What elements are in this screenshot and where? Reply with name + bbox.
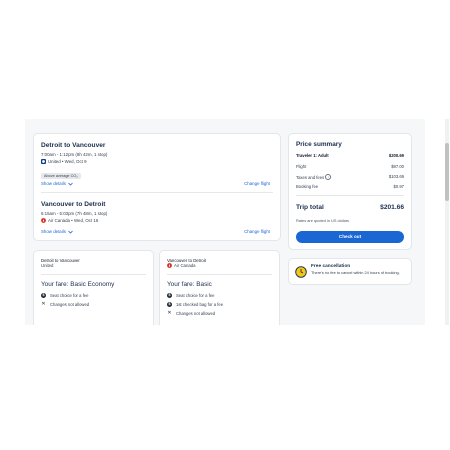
return-times: 6:15am - 5:03pm (7h 48m, 1 stop)	[41, 211, 108, 216]
return-change-flight-label: Change flight	[244, 229, 270, 234]
free-cancellation-text: There's no fee to cancel within 24 hours…	[311, 270, 400, 275]
fare-divider	[41, 274, 146, 275]
return-show-details-label: Show details	[41, 229, 66, 234]
outbound-airline-date: United • Wed, Oct 9	[48, 159, 87, 164]
dollar-icon: $	[167, 293, 172, 298]
traveler-value: $200.69	[388, 153, 404, 158]
price-summary-title: Price summary	[296, 141, 342, 148]
fare-feature: $ Seat choice for a fee	[167, 293, 214, 298]
air-canada-logo-icon	[41, 218, 46, 223]
fare-feature-label: Changes not allowed	[50, 302, 90, 307]
fare-airline: Air Canada	[174, 263, 196, 268]
air-canada-logo-icon	[167, 263, 172, 268]
dollar-icon: $	[41, 293, 46, 298]
return-change-flight-link[interactable]: Change flight	[244, 229, 270, 234]
outbound-title: Detroit to Vancouver	[41, 142, 106, 149]
flight-label: Flight	[296, 164, 307, 169]
chevron-down-icon	[68, 230, 73, 234]
fare-feature-label: Seat choice for a fee	[50, 293, 89, 298]
fare-airline: United	[41, 263, 54, 268]
outbound-airline-row: United • Wed, Oct 9	[41, 159, 273, 164]
trip-total-row: Trip total $201.66	[296, 204, 404, 211]
outbound-segment: Detroit to Vancouver 7:00am - 1:12pm (8h…	[41, 142, 273, 182]
return-show-details-link[interactable]: Show details	[41, 229, 73, 234]
fare-feature: $ 1st checked bag for a fee	[167, 302, 223, 307]
close-icon: ✕	[167, 310, 172, 316]
flight-row: Flight $97.00	[296, 164, 404, 169]
return-airline-date: Air Canada • Wed, Oct 16	[48, 218, 99, 223]
outbound-show-details-link[interactable]: Show details	[41, 181, 73, 186]
taxes-label-group: Taxes and fees i	[296, 174, 332, 180]
currency-note: Rates are quoted in US dollars	[296, 218, 349, 223]
return-title: Vancouver to Detroit	[41, 201, 106, 208]
united-logo-icon	[41, 159, 46, 164]
fare-divider	[167, 274, 272, 275]
outbound-change-flight-label: Change flight	[244, 181, 270, 186]
trip-total-value: $201.66	[380, 204, 404, 211]
price-divider	[296, 195, 404, 196]
fare-feature: ✕ Changes not allowed	[41, 301, 90, 308]
emissions-badge: Above average CO₂	[41, 173, 81, 179]
scrollbar-thumb[interactable]	[445, 143, 449, 201]
fare-feature: $ Seat choice for a fee	[41, 293, 88, 298]
dollar-icon: $	[167, 302, 172, 307]
taxes-value: $103.69	[388, 174, 404, 179]
fare-name: Your fare: Basic Economy	[41, 281, 115, 288]
check-out-button[interactable]: Check out	[296, 231, 404, 243]
fare-name: Your fare: Basic	[167, 281, 212, 288]
traveler-label: Traveler 1: Adult	[296, 153, 329, 158]
fare-feature-label: Seat choice for a fee	[176, 293, 215, 298]
taxes-row: Taxes and fees i $103.69	[296, 174, 404, 180]
free-cancellation-card: Free cancellation There's no fee to canc…	[288, 258, 412, 285]
trip-total-label: Trip total	[296, 204, 324, 211]
flight-value: $97.00	[391, 164, 404, 169]
fare-airline-row: Air Canada	[167, 263, 196, 268]
chevron-down-icon	[68, 182, 73, 186]
clock-icon	[295, 266, 307, 278]
outbound-change-flight-link[interactable]: Change flight	[244, 181, 270, 186]
trip-details-card: Detroit to Vancouver 7:00am - 1:12pm (8h…	[33, 133, 281, 241]
fare-airline-row: United	[41, 263, 53, 268]
fare-feature-label: Changes not allowed	[176, 311, 216, 316]
taxes-label: Taxes and fees	[296, 174, 325, 180]
fare-feature: ✕ Changes not allowed	[167, 310, 216, 317]
fare-card-outbound: Detroit to Vancouver United Your fare: B…	[33, 250, 154, 325]
close-icon: ✕	[41, 301, 46, 307]
fare-card-return: Vancouver to Detroit Air Canada Your far…	[159, 250, 280, 325]
booking-fee-value: $0.97	[393, 184, 404, 189]
booking-fee-row: Booking fee $0.97	[296, 184, 404, 189]
fare-feature-label: 1st checked bag for a fee	[176, 302, 224, 307]
free-cancellation-title: Free cancellation	[311, 264, 351, 269]
outbound-show-details-label: Show details	[41, 181, 66, 186]
traveler-row: Traveler 1: Adult $200.69	[296, 153, 404, 158]
info-icon[interactable]: i	[325, 174, 332, 180]
return-airline-row: Air Canada • Wed, Oct 16	[41, 218, 273, 223]
return-segment: Vancouver to Detroit 6:15am - 5:03pm (7h…	[41, 201, 273, 223]
booking-fee-label: Booking fee	[296, 184, 319, 189]
segment-divider	[41, 192, 273, 193]
outbound-times: 7:00am - 1:12pm (8h 42m, 1 stop)	[41, 152, 108, 157]
